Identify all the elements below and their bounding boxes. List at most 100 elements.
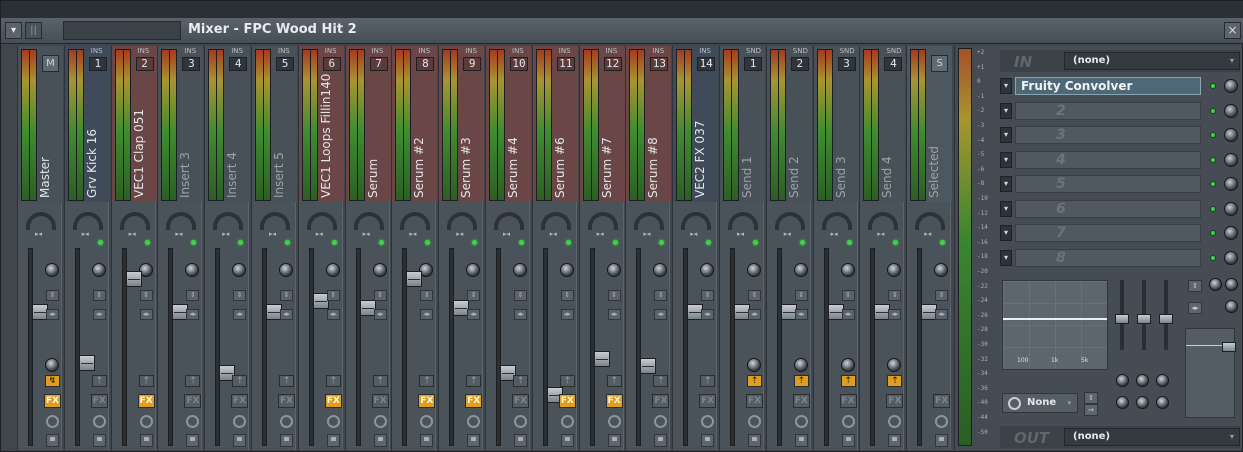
fx-toggle-button[interactable]: FX	[699, 394, 717, 408]
route-button[interactable]: ⇡	[91, 375, 107, 387]
mixer-strip[interactable]: SND 1 Send 1 ▸◂ ⇕ ◂▸ ⇡ FX	[719, 46, 765, 450]
fx-toggle-button[interactable]: FX	[324, 394, 342, 408]
strip-label-area[interactable]: INS 13 Serum #8	[626, 46, 672, 202]
disk-icon[interactable]	[935, 434, 949, 447]
volume-knob[interactable]	[934, 263, 949, 277]
effect-slot[interactable]: ▾ Fruity Convolver	[1000, 76, 1240, 96]
fader-track[interactable]	[870, 248, 891, 446]
slot-menu-button[interactable]: ▾	[1000, 200, 1012, 217]
slot-enable-led[interactable]	[1210, 181, 1216, 187]
fader-track[interactable]	[449, 248, 470, 446]
strip-label-area[interactable]: INS 2 VEC1 Clap 051	[111, 46, 157, 202]
pan-knob[interactable]	[634, 212, 665, 230]
slider-handle[interactable]	[1137, 314, 1151, 324]
mute-led[interactable]	[519, 240, 524, 245]
strip-label-area[interactable]: INS 8 Serum #2	[392, 46, 438, 202]
pan-knob[interactable]	[166, 212, 197, 230]
pan-knob[interactable]	[260, 212, 290, 230]
phase-button[interactable]: ◂▸	[326, 309, 340, 320]
mute-led[interactable]	[799, 240, 805, 245]
swap-channels-button[interactable]: ⇕	[373, 290, 387, 301]
swap-channels-button[interactable]: ⇕	[654, 290, 668, 301]
fader-track[interactable]	[683, 248, 704, 446]
detach-button[interactable]: ||	[25, 22, 42, 39]
fader-track[interactable]	[730, 248, 750, 446]
swap-channels-button[interactable]: ⇕	[794, 290, 808, 301]
pan-knob[interactable]	[540, 212, 571, 230]
fx-toggle-button[interactable]: FX	[746, 394, 763, 408]
pan-knob[interactable]	[915, 212, 946, 230]
volume-fader[interactable]	[593, 350, 610, 367]
volume-fader[interactable]	[406, 270, 423, 287]
slot-mix-knob[interactable]	[1224, 250, 1238, 265]
band-low-knob[interactable]	[1116, 374, 1129, 387]
slot-mix-knob[interactable]	[1224, 128, 1238, 142]
fader-track[interactable]	[917, 248, 938, 446]
phase-button[interactable]: ◂▸	[701, 309, 715, 320]
route-button[interactable]: ⇡	[138, 375, 154, 387]
swap-channels-button[interactable]: ⇕	[514, 290, 527, 301]
mixer-strip[interactable]: INS 7 Serum ▸◂ ⇕ ◂▸ ⇡ FX	[344, 46, 391, 450]
fx-toggle-button[interactable]: FX	[184, 394, 202, 408]
clock-icon[interactable]	[46, 415, 59, 428]
route-button[interactable]: ⇡	[466, 375, 482, 387]
strip-label-area[interactable]: INS 10 Serum #4	[486, 46, 531, 202]
strip-label-area[interactable]: SND 2 Send 2	[766, 46, 812, 202]
disk-icon[interactable]	[841, 434, 855, 447]
mixer-strip[interactable]: INS 10 Serum #4 ▸◂ ⇕ ◂▸ ⇡ FX	[485, 46, 531, 450]
mute-led[interactable]	[472, 240, 478, 245]
mute-led[interactable]	[425, 240, 431, 245]
phase-button[interactable]: ◂▸	[514, 309, 527, 320]
clock-icon[interactable]	[654, 415, 668, 428]
slot-menu-button[interactable]: ▾	[1000, 225, 1012, 241]
phase-button[interactable]: ◂▸	[841, 309, 855, 320]
route-button[interactable]: ⇡	[559, 375, 575, 387]
fader-track[interactable]	[215, 248, 236, 446]
slot-mix-knob[interactable]	[1224, 152, 1238, 167]
disk-icon[interactable]	[186, 434, 200, 447]
swap-channels-button[interactable]: ⇕	[560, 290, 574, 301]
volume-knob[interactable]	[185, 263, 200, 277]
slot-enable-led[interactable]	[1210, 230, 1216, 236]
track-select[interactable]: None ▾	[1002, 393, 1078, 413]
disk-icon[interactable]	[46, 434, 59, 447]
volume-knob[interactable]	[700, 263, 715, 277]
strip-label-area[interactable]: INS 6 VEC1 Loops Fillin140	[298, 46, 344, 202]
disk-icon[interactable]	[92, 434, 106, 447]
slot-name[interactable]: Fruity Convolver	[1015, 77, 1201, 95]
pan-knob[interactable]	[447, 212, 478, 230]
fader-track[interactable]	[542, 248, 563, 446]
swap-channels-button[interactable]: ⇕	[280, 290, 293, 301]
swap-channels-button[interactable]: ⇕	[326, 290, 340, 301]
disk-icon[interactable]	[280, 434, 293, 447]
phase-button[interactable]: ◂▸	[607, 309, 621, 320]
mixer-strip[interactable]: INS 12 Serum #7 ▸◂ ⇕ ◂▸ ⇡ FX	[578, 46, 625, 450]
volume-knob[interactable]	[91, 263, 106, 277]
mute-led[interactable]	[191, 240, 197, 245]
fader-track[interactable]	[402, 248, 423, 446]
swap-channels-button[interactable]: ⇕	[935, 290, 949, 301]
strip-label-area[interactable]: SND 4 Send 4	[860, 46, 906, 202]
phase-button[interactable]: ◂▸	[139, 309, 153, 320]
volume-knob[interactable]	[653, 263, 668, 277]
clock-icon[interactable]	[280, 415, 293, 428]
route-button[interactable]: ⇡	[653, 375, 669, 387]
volume-fader[interactable]	[640, 358, 657, 375]
clock-icon[interactable]	[560, 415, 574, 428]
pan-knob[interactable]	[774, 212, 805, 230]
mixer-strip[interactable]: INS 11 Serum #6 ▸◂ ⇕ ◂▸ ⇡ FX	[531, 46, 578, 450]
strip-label-area[interactable]: INS 3 Insert 3	[158, 46, 204, 202]
effect-slot[interactable]: ▾ 5	[1000, 174, 1240, 194]
swap-channels-button[interactable]: ⇕	[888, 290, 902, 301]
strip-label-area[interactable]: INS 12 Serum #7	[579, 46, 625, 202]
volume-knob[interactable]	[279, 263, 293, 277]
band-mid-q-knob[interactable]	[1136, 396, 1149, 409]
input-select[interactable]: (none) ▾	[1064, 52, 1240, 70]
mute-led[interactable]	[331, 240, 337, 245]
swap-channels-button[interactable]: ⇕	[607, 290, 621, 301]
close-button[interactable]: ×	[1224, 22, 1241, 39]
clock-icon[interactable]	[326, 415, 340, 428]
fader-track[interactable]	[262, 248, 282, 446]
eq-band-mid-slider[interactable]	[1137, 280, 1151, 350]
mute-led[interactable]	[378, 240, 384, 245]
